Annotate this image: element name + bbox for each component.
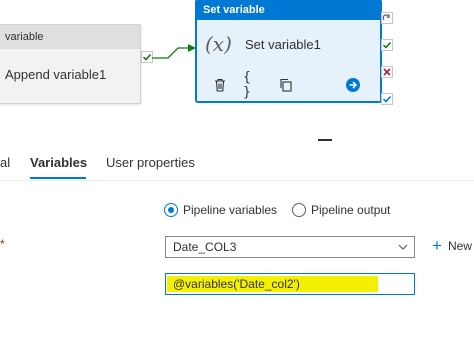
radio-circle (164, 203, 178, 217)
tab-user-properties[interactable]: User properties (106, 155, 195, 170)
plus-icon: + (432, 236, 442, 255)
chevron-down-icon (398, 244, 408, 250)
append-variable-header: variable (0, 25, 140, 49)
tab-general[interactable]: al (0, 155, 10, 170)
value-text: @variables('Date_col2') (173, 277, 300, 291)
set-variable-activity[interactable]: Set variable (x) Set variable1 { } (196, 0, 381, 102)
radio-label: Pipeline output (311, 203, 391, 217)
append-variable-title: Append variable1 (5, 67, 107, 82)
required-marker: * (0, 237, 5, 251)
variable-fx-icon: (x) (205, 32, 232, 56)
activity-connector (152, 44, 196, 59)
radio-circle (292, 203, 306, 217)
set-variable-body[interactable]: (x) Set variable1 { } (197, 20, 380, 101)
properties-tabs: al Variables User properties (0, 150, 474, 181)
new-variable-button[interactable]: + New (432, 236, 472, 255)
set-variable-title: Set variable1 (245, 37, 321, 52)
active-tab-indicator (30, 177, 86, 179)
radio-pipeline-output[interactable]: Pipeline output (292, 203, 390, 217)
braces-icon[interactable]: { } (243, 70, 261, 100)
delete-icon[interactable] (211, 76, 229, 94)
failure-x-icon[interactable] (381, 66, 393, 78)
success-check-icon[interactable] (381, 39, 393, 51)
set-variable-header: Set variable (197, 1, 380, 20)
tab-variables[interactable]: Variables (30, 155, 87, 170)
radio-pipeline-variables[interactable]: Pipeline variables (164, 203, 277, 217)
variable-name-select[interactable]: Date_COL3 (165, 236, 415, 258)
completion-icon[interactable] (381, 12, 393, 24)
activity-output-handles (381, 12, 395, 120)
copy-icon[interactable] (277, 76, 295, 94)
new-button-label: New (447, 239, 472, 253)
variable-value-input[interactable]: @variables('Date_col2') (165, 273, 415, 295)
radio-label: Pipeline variables (183, 203, 278, 217)
panel-resize-handle[interactable] (318, 139, 332, 141)
arrow-right-icon[interactable] (344, 76, 362, 94)
select-value: Date_COL3 (173, 240, 237, 254)
skip-check-icon[interactable] (381, 93, 393, 105)
pipeline-canvas[interactable]: variable Append variable1 Set variable (… (0, 0, 474, 140)
append-variable-activity[interactable]: variable Append variable1 (0, 24, 141, 104)
